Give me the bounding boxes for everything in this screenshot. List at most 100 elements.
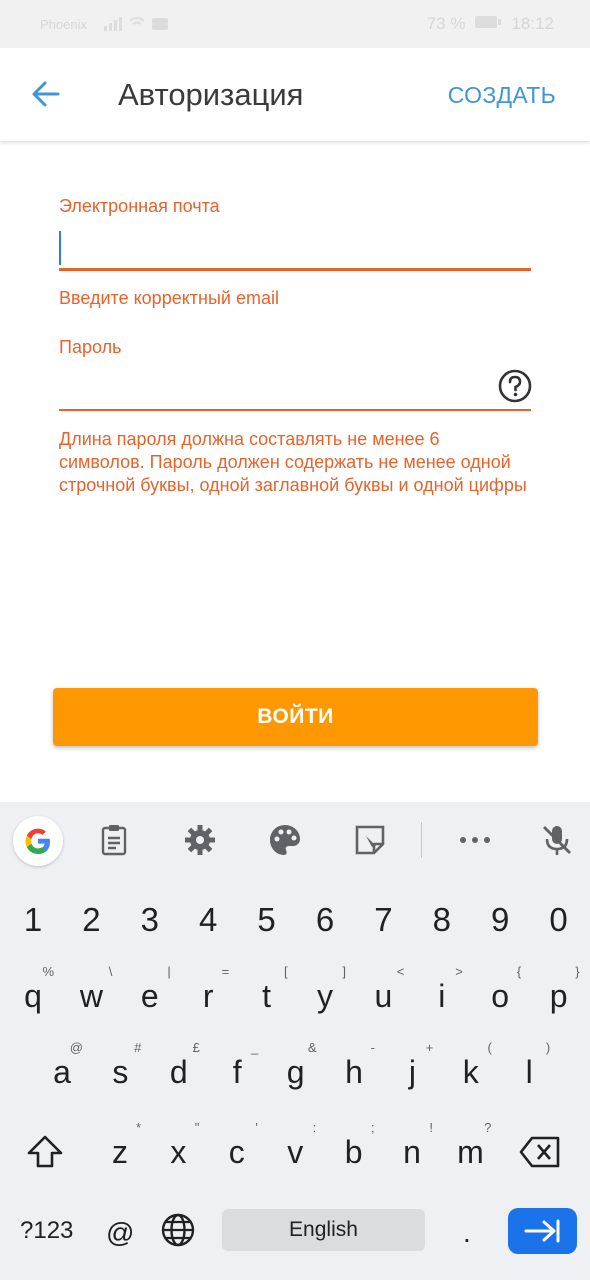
key-l[interactable]: l)	[504, 1039, 554, 1105]
question-circle-icon[interactable]	[498, 369, 532, 403]
symbols-key[interactable]: ?123	[20, 1217, 73, 1245]
email-error: Введите корректный email	[59, 288, 279, 308]
key-2[interactable]: 2	[66, 887, 116, 953]
key-5[interactable]: 5	[242, 887, 292, 953]
key-8[interactable]: 8	[417, 887, 467, 953]
key-u[interactable]: u <	[358, 963, 408, 1029]
key-y[interactable]: y]	[300, 963, 350, 1029]
key-v[interactable]: v:	[270, 1119, 320, 1185]
key-w[interactable]: w \	[66, 963, 116, 1029]
status-bar: Phoenix 73 % 18:12	[0, 0, 590, 48]
key-label: 4	[199, 901, 218, 938]
key-hint: @	[69, 1040, 83, 1055]
key-i[interactable]: i >	[417, 963, 467, 1029]
space-bar[interactable]: English	[222, 1209, 425, 1251]
key-hint: %	[42, 964, 54, 979]
key-a[interactable]: a @	[37, 1039, 87, 1105]
key-label: 2	[82, 901, 101, 938]
key-label: b	[344, 1134, 363, 1170]
palette-icon[interactable]	[267, 822, 303, 858]
key-g[interactable]: g &	[271, 1039, 321, 1105]
app-bar: Авторизация СОЗДАТЬ	[0, 48, 590, 141]
key-label: 1	[23, 901, 43, 938]
key-z[interactable]: z *	[95, 1119, 145, 1185]
key-d[interactable]: d £	[154, 1039, 204, 1105]
key-label: j	[408, 1054, 416, 1090]
key-p[interactable]: p}	[534, 963, 584, 1029]
key-e[interactable]: e |	[125, 963, 175, 1029]
shift-key[interactable]	[20, 1119, 70, 1185]
key-7[interactable]: 7	[358, 887, 408, 953]
key-f[interactable]: f _	[212, 1039, 262, 1105]
back-arrow-icon[interactable]	[28, 76, 64, 112]
email-label: Электронная почта	[59, 196, 220, 216]
key-label: m	[457, 1134, 484, 1170]
key-4[interactable]: 4	[183, 887, 233, 953]
key-label: q	[24, 978, 42, 1014]
key-3[interactable]: 3	[125, 887, 175, 953]
key-label: w	[79, 978, 103, 1014]
gear-icon[interactable]	[182, 822, 218, 858]
key-q[interactable]: q%	[8, 963, 58, 1029]
key-h[interactable]: h-	[329, 1039, 379, 1105]
email-field[interactable]	[59, 228, 531, 268]
key-label: y	[317, 978, 333, 1014]
period-key[interactable]: .	[463, 1217, 471, 1249]
key-m[interactable]: m?	[445, 1119, 495, 1185]
key-hint: ?	[484, 1120, 492, 1135]
globe-icon[interactable]	[160, 1212, 196, 1255]
key-label: 7	[374, 901, 393, 938]
key-hint: -	[370, 1040, 375, 1055]
keyboard-toolbar	[0, 802, 590, 878]
key-o[interactable]: o{	[475, 963, 525, 1029]
key-k[interactable]: k(	[446, 1039, 496, 1105]
create-account-button[interactable]: СОЗДАТЬ	[448, 82, 556, 109]
key-label: s	[112, 1054, 129, 1090]
key-t[interactable]: t[	[242, 963, 292, 1029]
key-hint: '	[255, 1120, 258, 1135]
password-field[interactable]	[59, 368, 489, 408]
key-c[interactable]: c '	[212, 1119, 262, 1185]
key-hint: +	[425, 1040, 434, 1055]
page-title: Авторизация	[118, 77, 304, 112]
key-label: t	[262, 978, 272, 1014]
key-hint: |	[167, 964, 171, 979]
key-0[interactable]: 0	[534, 887, 584, 953]
key-label: d	[169, 1054, 188, 1090]
key-label: p	[549, 978, 568, 1014]
key-label: 3	[140, 901, 159, 938]
key-label: c	[228, 1134, 245, 1170]
key-9[interactable]: 9	[475, 887, 525, 953]
key-hint: *	[135, 1120, 141, 1135]
key-hint: }	[575, 964, 580, 979]
login-button[interactable]: ВОЙТИ	[53, 688, 538, 746]
key-b[interactable]: b;	[329, 1119, 379, 1185]
key-hint: )	[545, 1040, 551, 1055]
password-underline	[59, 409, 531, 411]
google-icon[interactable]	[13, 816, 63, 866]
sticker-icon[interactable]	[352, 822, 388, 858]
backspace-key[interactable]	[515, 1119, 565, 1185]
more-icon[interactable]	[457, 822, 493, 858]
key-label: a	[53, 1054, 71, 1090]
signal-icon	[104, 16, 174, 35]
key-s[interactable]: s #	[95, 1039, 145, 1105]
key-1[interactable]: 1	[8, 887, 58, 953]
key-label: k	[462, 1054, 479, 1090]
key-j[interactable]: j +	[387, 1039, 437, 1105]
clipboard-icon[interactable]	[96, 822, 132, 858]
key-hint: ]	[342, 964, 346, 979]
key-x[interactable]: x "	[153, 1119, 203, 1185]
at-key[interactable]: @	[106, 1217, 134, 1249]
key-label: n	[403, 1134, 421, 1170]
key-hint: _	[250, 1040, 259, 1055]
enter-key[interactable]	[508, 1208, 577, 1254]
key-6[interactable]: 6	[300, 887, 350, 953]
key-label: i	[438, 978, 446, 1014]
mic-off-icon[interactable]	[539, 822, 575, 858]
key-label: z	[112, 1134, 128, 1170]
key-hint: <	[396, 964, 405, 979]
key-hint: #	[134, 1040, 142, 1055]
key-r[interactable]: r =	[183, 963, 233, 1029]
key-n[interactable]: n!	[387, 1119, 437, 1185]
